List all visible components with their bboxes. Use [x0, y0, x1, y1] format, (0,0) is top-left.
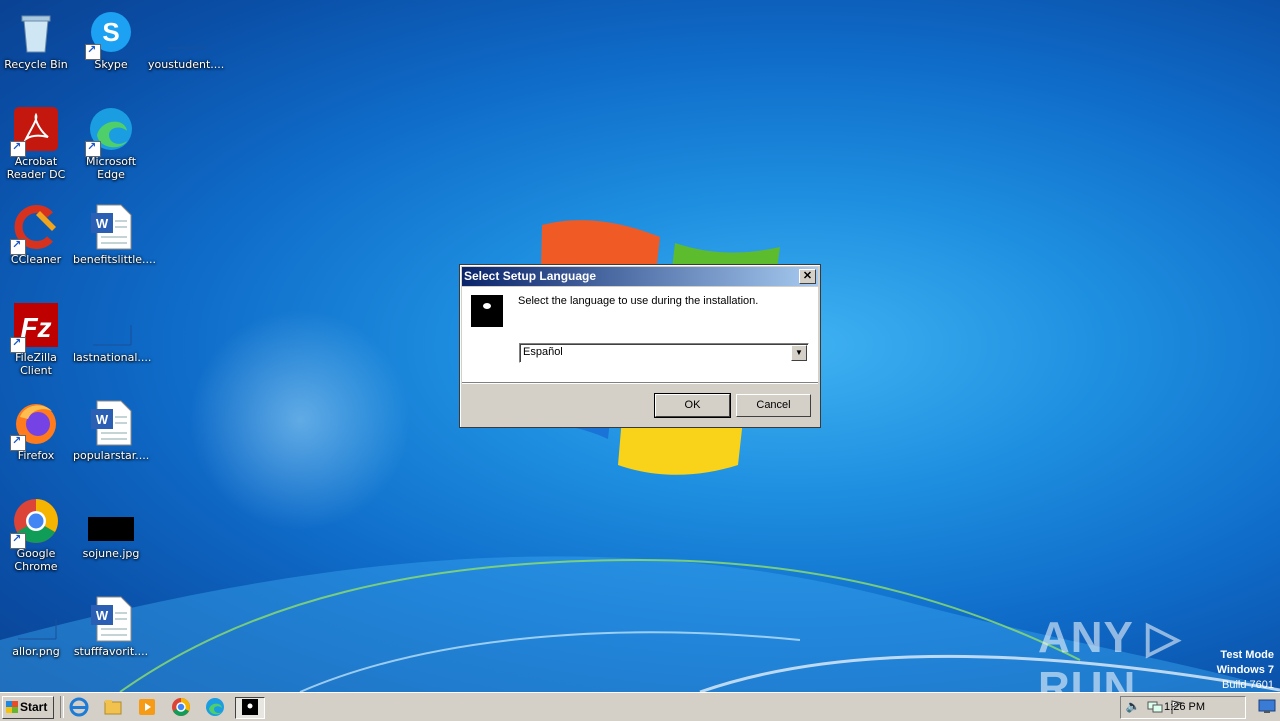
dialog-titlebar[interactable]: Select Setup Language ✕: [462, 267, 818, 286]
chrome-taskbar-icon[interactable]: [170, 697, 192, 717]
desktop-icon-allor[interactable]: allor.png: [0, 595, 74, 658]
desktop-icon-popularstar[interactable]: W popularstar....: [73, 399, 149, 462]
windows-flag-icon: [6, 701, 18, 713]
ok-button[interactable]: OK: [654, 393, 731, 418]
svg-text:W: W: [96, 216, 109, 231]
desktop-icon-benefitslittle[interactable]: W benefitslittle....: [73, 203, 157, 266]
skype-icon: S: [85, 8, 135, 60]
desktop-icon-firefox[interactable]: Firefox: [0, 399, 74, 462]
edge-icon: [85, 105, 135, 157]
test-mode-line: Test Mode: [1220, 649, 1274, 661]
image-thumbnail-icon: [87, 497, 135, 545]
dialog-separator: [462, 382, 818, 384]
desktop-icon-label: sojune.jpg: [82, 547, 140, 560]
desktop-icon-chrome[interactable]: Google Chrome: [0, 497, 74, 573]
network-icon[interactable]: [1147, 699, 1163, 715]
shortcut-arrow-icon: [10, 434, 26, 451]
start-button[interactable]: Start: [2, 696, 54, 719]
desktop-icon-label: lastnational....: [73, 351, 152, 364]
blank-file-icon: [162, 8, 210, 56]
dialog-content: Select the language to use during the in…: [462, 287, 818, 382]
language-select-value: Español: [523, 346, 563, 358]
desktop-icon-lastnational[interactable]: lastnational....: [73, 301, 152, 364]
firefox-icon: [10, 399, 60, 451]
word-document-icon: W: [87, 595, 135, 643]
cancel-button[interactable]: Cancel: [736, 394, 811, 417]
desktop-icon-youstudent[interactable]: youstudent....: [148, 8, 224, 71]
shortcut-arrow-icon: [85, 43, 101, 60]
media-player-icon[interactable]: [136, 697, 158, 717]
show-desktop-icon[interactable]: [1258, 698, 1276, 714]
desktop-icon-edge[interactable]: Microsoft Edge: [73, 105, 149, 181]
dialog-prompt: Select the language to use during the in…: [518, 295, 759, 307]
desktop-icon-acrobat[interactable]: Acrobat Reader DC: [0, 105, 74, 181]
desktop-icon-skype[interactable]: S Skype: [73, 8, 149, 71]
edge-taskbar-icon[interactable]: [204, 697, 226, 717]
dialog-title: Select Setup Language: [464, 269, 597, 283]
svg-text:S: S: [102, 17, 119, 47]
chrome-icon: [10, 497, 60, 549]
recycle-bin-icon: [12, 8, 60, 56]
shortcut-arrow-icon: [10, 532, 26, 549]
desktop-icon-label: youstudent....: [148, 58, 225, 71]
start-label: Start: [20, 700, 48, 714]
desktop-icon-stufffavorit[interactable]: W stufffavorit....: [73, 595, 149, 658]
blank-file-icon: [87, 301, 135, 349]
setup-logo-icon: [471, 295, 503, 327]
close-button[interactable]: ✕: [799, 269, 816, 284]
build-line: Build 7601: [1222, 679, 1274, 691]
word-document-icon: W: [87, 399, 135, 447]
explorer-folder-icon[interactable]: [102, 697, 124, 717]
desktop-icon-label: FileZilla Client: [15, 351, 57, 377]
blank-file-icon: [12, 595, 60, 643]
acrobat-icon: [10, 105, 60, 157]
desktop-icon-label: benefitslittle....: [73, 253, 157, 266]
volume-icon[interactable]: 🔈: [1125, 699, 1141, 715]
shortcut-arrow-icon: [10, 336, 26, 353]
desktop-icon-label: Microsoft Edge: [85, 155, 137, 181]
taskbar-divider: [60, 696, 64, 718]
system-tray: 🔈 1:26 PM: [1120, 696, 1246, 719]
taskbar: Start 🔈 1:26 PM: [0, 692, 1280, 721]
svg-text:W: W: [96, 608, 109, 623]
chevron-down-icon[interactable]: ▼: [791, 345, 807, 361]
desktop-icon-label: popularstar....: [73, 449, 150, 462]
setup-taskbar-icon[interactable]: [235, 697, 265, 719]
desktop-icon-label: stufffavorit....: [73, 645, 149, 658]
os-name-line: Windows 7: [1216, 664, 1274, 676]
taskbar-clock[interactable]: 1:26 PM: [1164, 701, 1205, 713]
desktop-icon-label: Acrobat Reader DC: [6, 155, 66, 181]
shortcut-arrow-icon: [10, 238, 26, 255]
desktop-icon-filezilla[interactable]: Fz FileZilla Client: [0, 301, 74, 377]
svg-text:W: W: [96, 412, 109, 427]
word-document-icon: W: [87, 203, 135, 251]
desktop-icon-label: Recycle Bin: [4, 58, 68, 71]
filezilla-icon: Fz: [10, 301, 60, 353]
desktop-icon-label: allor.png: [12, 645, 60, 658]
ccleaner-icon: [10, 203, 60, 255]
desktop-icon-label: Google Chrome: [14, 547, 58, 573]
desktop-icon-recycle-bin[interactable]: Recycle Bin: [0, 8, 74, 71]
setup-language-dialog: Select Setup Language ✕ Select the langu…: [459, 264, 821, 428]
shortcut-arrow-icon: [85, 140, 101, 157]
language-select[interactable]: Español ▼: [519, 343, 809, 363]
desktop-icon-ccleaner[interactable]: CCleaner: [0, 203, 74, 266]
shortcut-arrow-icon: [10, 140, 26, 157]
ie-icon[interactable]: [68, 697, 90, 717]
test-mode-notice: Test Mode Windows 7 Build 7601: [1217, 648, 1274, 693]
desktop-icon-sojune[interactable]: sojune.jpg: [73, 497, 149, 560]
